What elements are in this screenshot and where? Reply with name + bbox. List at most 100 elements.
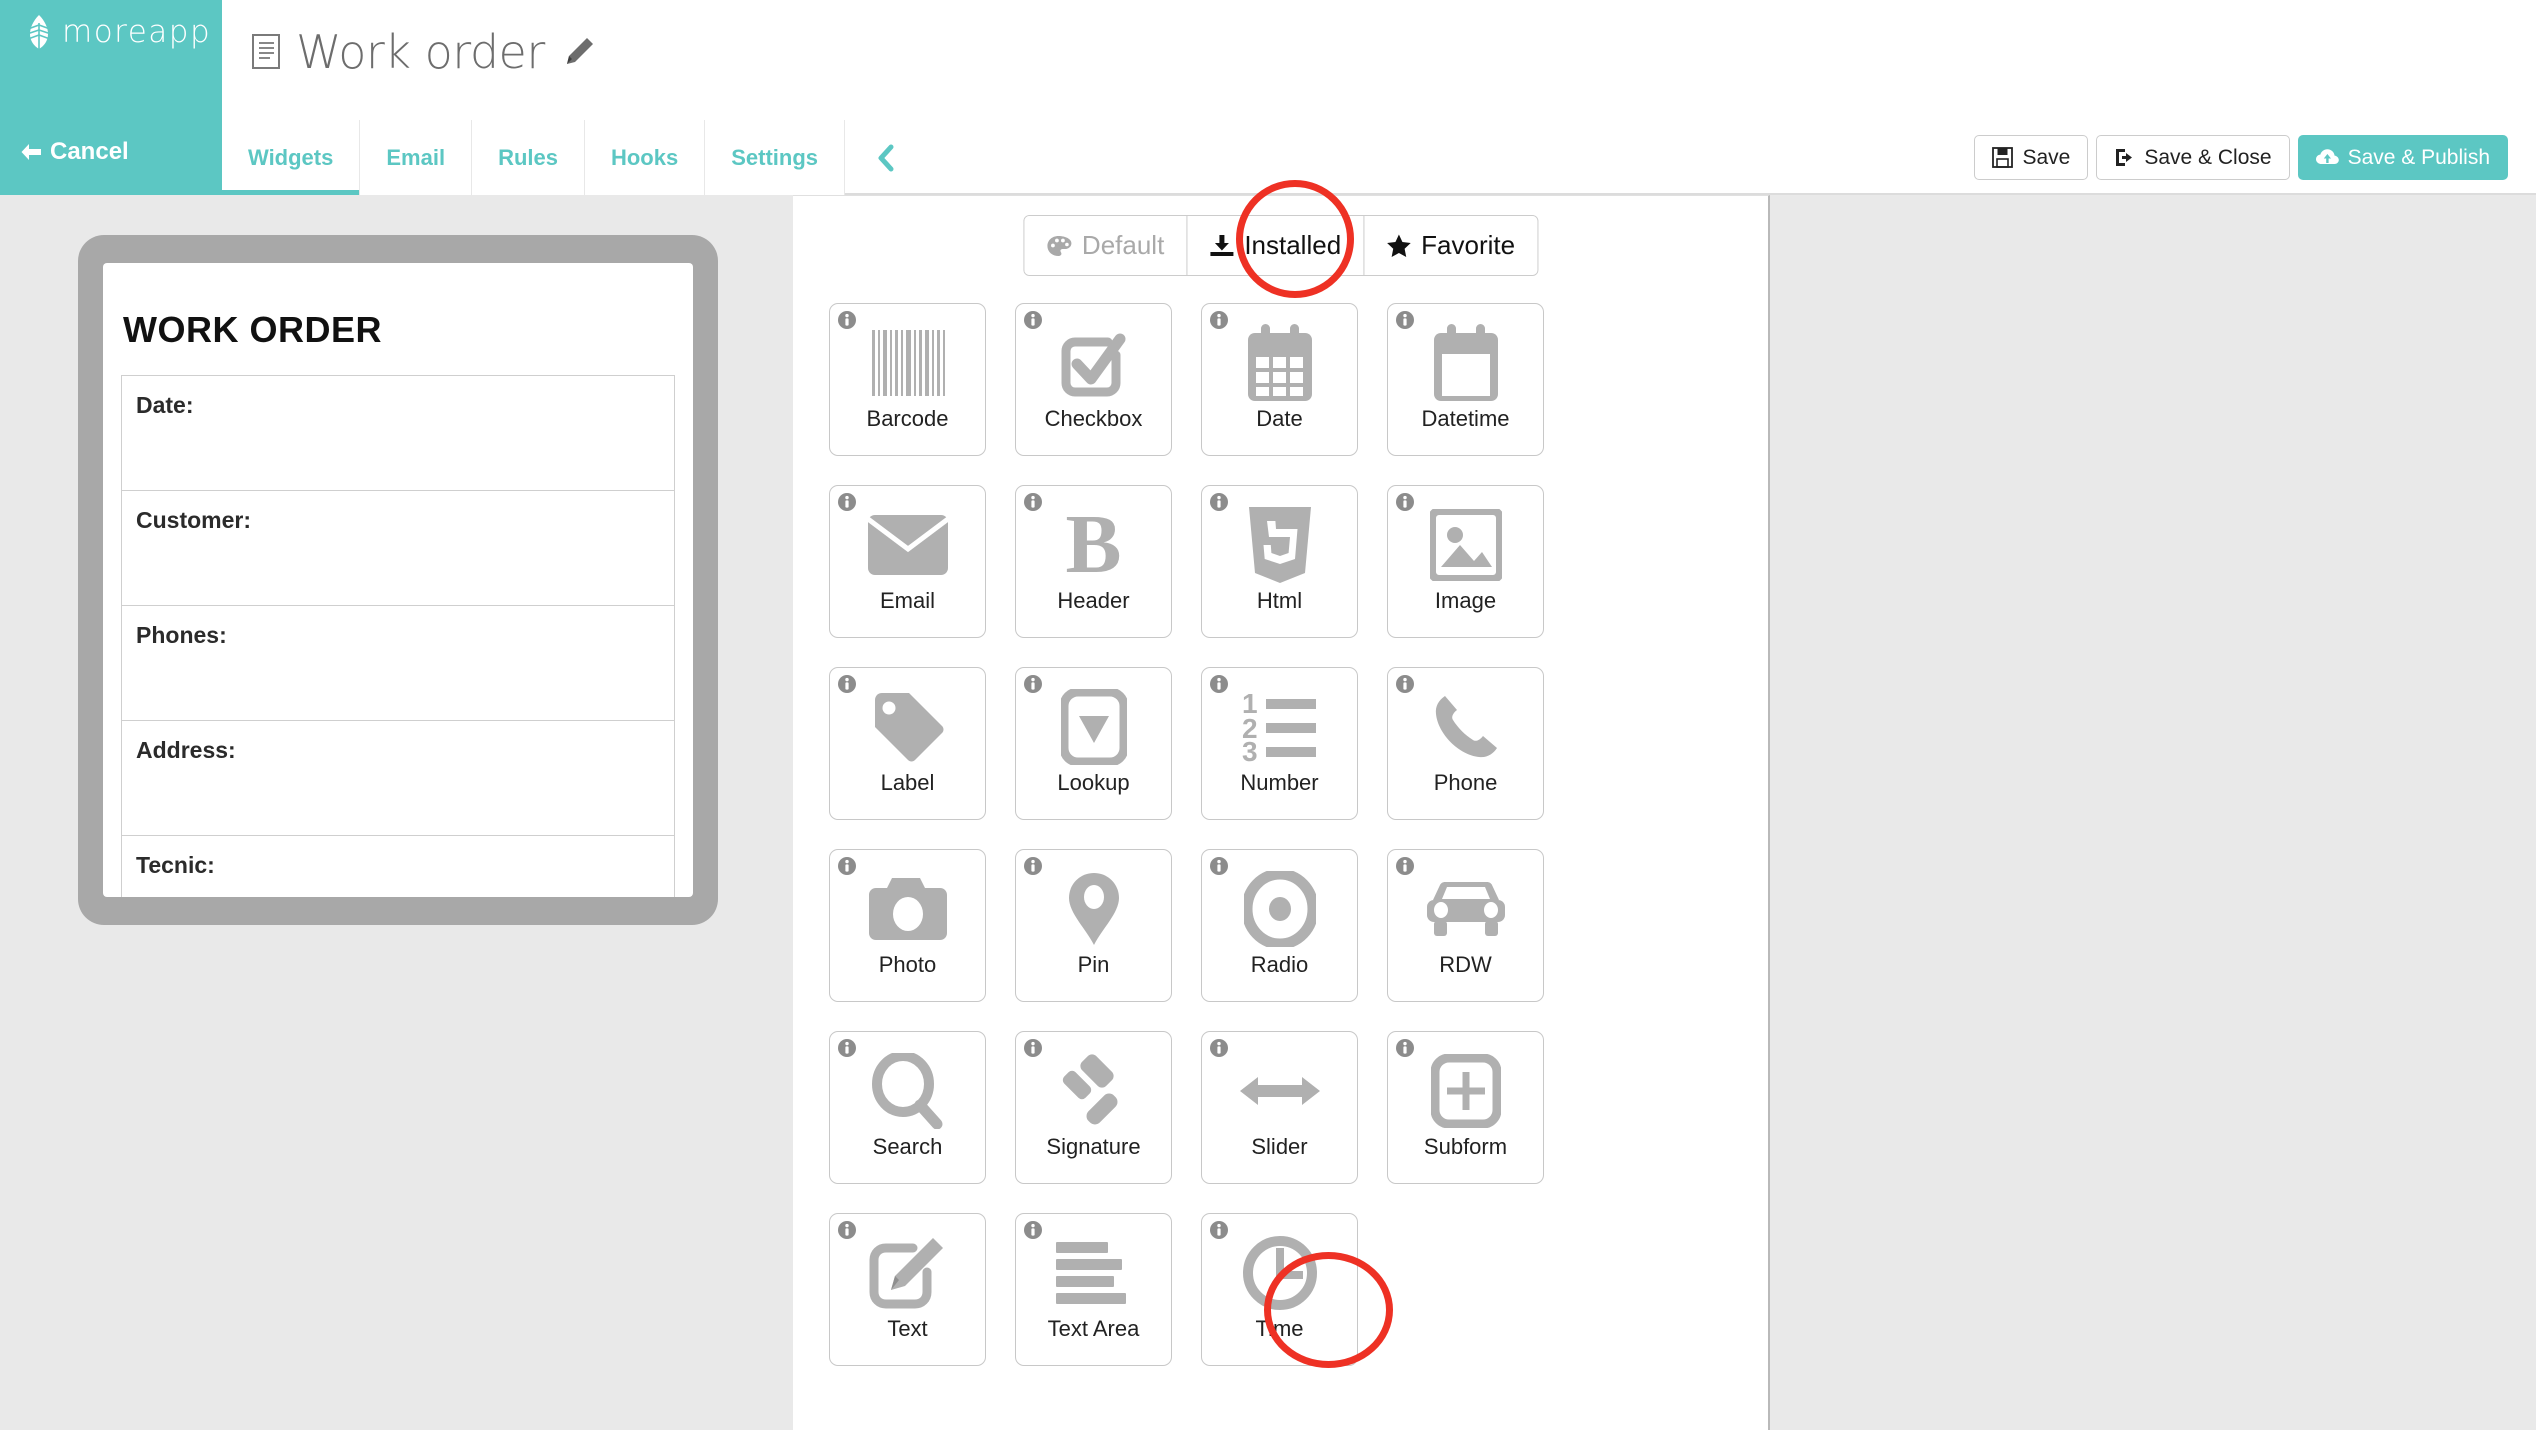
cloud-upload-icon <box>2315 148 2339 164</box>
info-icon[interactable] <box>1395 310 1415 330</box>
device-screen[interactable]: WORK ORDER Date: Customer: Phones: Addre… <box>103 263 693 897</box>
form-field-row[interactable]: Customer: <box>122 491 674 606</box>
image-icon <box>1423 502 1509 588</box>
widget-card-subform[interactable]: Subform <box>1387 1031 1544 1184</box>
widget-label: Date <box>1256 406 1303 431</box>
info-icon[interactable] <box>1395 856 1415 876</box>
widget-label: Html <box>1256 588 1303 613</box>
widget-card-signature[interactable]: Signature <box>1015 1031 1172 1184</box>
widget-card-search[interactable]: Search <box>829 1031 986 1184</box>
save-close-button[interactable]: Save & Close <box>2096 135 2290 180</box>
filter-installed[interactable]: Installed <box>1186 216 1364 275</box>
text-lines-icon <box>1051 1230 1137 1316</box>
info-icon[interactable] <box>837 856 857 876</box>
info-icon[interactable] <box>837 674 857 694</box>
widget-card-html[interactable]: Html <box>1201 485 1358 638</box>
arrows-horizontal-icon <box>1237 1048 1323 1134</box>
widget-card-datetime[interactable]: Datetime <box>1387 303 1544 456</box>
widget-card-label[interactable]: Label <box>829 667 986 820</box>
widget-label: Email <box>879 588 935 613</box>
info-icon[interactable] <box>1209 856 1229 876</box>
widget-grid: Barcode Checkbox Date Datetime Email B H… <box>829 303 1544 1366</box>
widget-label: Subform <box>1423 1134 1508 1159</box>
checkbox-icon <box>1051 320 1137 406</box>
filter-default-label: Default <box>1081 230 1165 260</box>
tab-widgets-label: Widgets <box>248 144 334 170</box>
floppy-disk-icon <box>1992 147 2014 168</box>
pencil-icon[interactable] <box>563 36 595 68</box>
info-icon[interactable] <box>1209 1220 1229 1240</box>
info-icon[interactable] <box>1209 1038 1229 1058</box>
info-icon[interactable] <box>1023 492 1043 512</box>
form-field-row[interactable]: Phones: <box>122 606 674 721</box>
info-icon[interactable] <box>1395 674 1415 694</box>
tab-hooks[interactable]: Hooks <box>583 120 705 195</box>
filter-favorite[interactable]: Favorite <box>1363 216 1538 275</box>
widget-card-number[interactable]: 1 2 3 Number <box>1201 667 1358 820</box>
widget-label: Pin <box>1077 952 1110 977</box>
info-icon[interactable] <box>1395 1038 1415 1058</box>
widget-card-text[interactable]: Text <box>829 1213 986 1366</box>
widget-card-lookup[interactable]: Lookup <box>1015 667 1172 820</box>
tab-rules-label: Rules <box>498 144 558 170</box>
car-icon <box>1423 866 1509 952</box>
widget-card-phone[interactable]: Phone <box>1387 667 1544 820</box>
widget-label: Phone <box>1433 770 1498 795</box>
info-icon[interactable] <box>1395 492 1415 512</box>
widget-label: Image <box>1434 588 1497 613</box>
form-field-row[interactable]: Tecnic: <box>122 836 674 897</box>
tab-settings[interactable]: Settings <box>704 120 845 195</box>
info-icon[interactable] <box>1209 674 1229 694</box>
info-icon[interactable] <box>1023 1038 1043 1058</box>
cancel-button[interactable]: Cancel <box>20 138 129 166</box>
widget-card-radio[interactable]: Radio <box>1201 849 1358 1002</box>
form-field-row[interactable]: Address: <box>122 721 674 836</box>
tab-email[interactable]: Email <box>359 120 472 195</box>
widget-card-checkbox[interactable]: Checkbox <box>1015 303 1172 456</box>
widget-label: Checkbox <box>1044 406 1143 431</box>
html5-icon <box>1237 502 1323 588</box>
tab-widgets[interactable]: Widgets <box>222 120 360 197</box>
widget-label: Lookup <box>1057 770 1130 795</box>
tab-rules[interactable]: Rules <box>471 120 584 195</box>
info-icon[interactable] <box>1209 492 1229 512</box>
section-tabs: Widgets Email Rules Hooks Settings <box>222 120 925 197</box>
save-button[interactable]: Save <box>1974 135 2089 180</box>
info-icon[interactable] <box>837 492 857 512</box>
info-icon[interactable] <box>1209 310 1229 330</box>
plus-square-icon <box>1423 1048 1509 1134</box>
save-publish-button[interactable]: Save & Publish <box>2297 135 2508 180</box>
widget-label: Number <box>1240 770 1319 795</box>
info-icon[interactable] <box>1023 1220 1043 1240</box>
widget-card-photo[interactable]: Photo <box>829 849 986 1002</box>
info-icon[interactable] <box>837 1220 857 1240</box>
form-field-label: Customer: <box>136 507 252 533</box>
widget-card-text-area[interactable]: Text Area <box>1015 1213 1172 1366</box>
widget-card-email[interactable]: Email <box>829 485 986 638</box>
info-icon[interactable] <box>837 310 857 330</box>
pencil-square-icon <box>865 1230 951 1316</box>
widget-card-rdw[interactable]: RDW <box>1387 849 1544 1002</box>
widget-card-pin[interactable]: Pin <box>1015 849 1172 1002</box>
barcode-icon <box>865 320 951 406</box>
form-field-list: Date: Customer: Phones: Address: Tecnic: <box>121 375 675 897</box>
info-icon[interactable] <box>1023 674 1043 694</box>
widget-card-image[interactable]: Image <box>1387 485 1544 638</box>
main-area: WORK ORDER Date: Customer: Phones: Addre… <box>0 195 2536 1430</box>
info-icon[interactable] <box>1023 856 1043 876</box>
widget-card-time[interactable]: Time <box>1201 1213 1358 1366</box>
save-close-label: Save & Close <box>2144 145 2272 169</box>
filter-default[interactable]: Default <box>1023 216 1187 275</box>
tab-settings-label: Settings <box>731 144 819 170</box>
widget-card-header[interactable]: B Header <box>1015 485 1172 638</box>
collapse-panel-button[interactable] <box>844 120 925 195</box>
form-field-row[interactable]: Date: <box>122 376 674 491</box>
widget-card-barcode[interactable]: Barcode <box>829 303 986 456</box>
info-icon[interactable] <box>1023 310 1043 330</box>
info-icon[interactable] <box>837 1038 857 1058</box>
widget-card-slider[interactable]: Slider <box>1201 1031 1358 1184</box>
map-pin-icon <box>1051 866 1137 952</box>
widget-card-date[interactable]: Date <box>1201 303 1358 456</box>
widget-label: Photo <box>878 952 937 977</box>
form-field-label: Phones: <box>136 622 227 648</box>
